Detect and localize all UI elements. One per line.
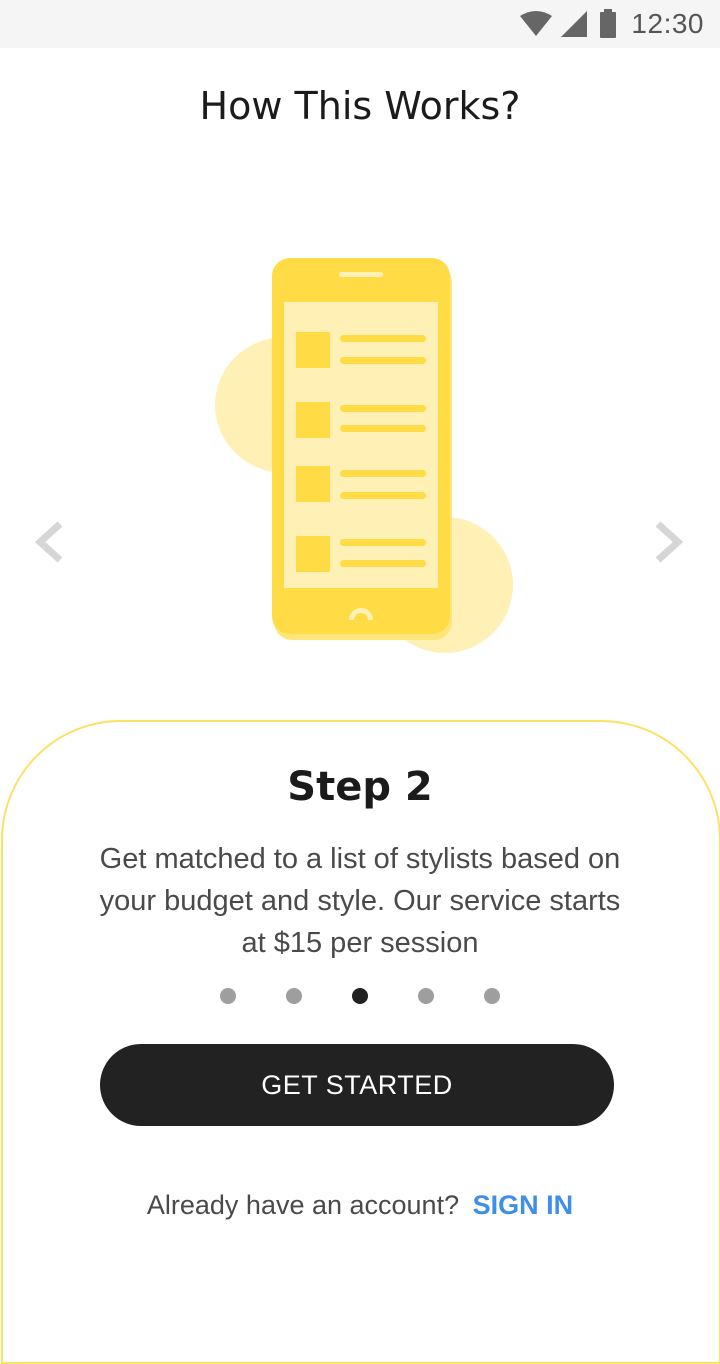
next-step-button[interactable] [648,518,688,566]
step-title: Step 2 [287,764,433,810]
chevron-left-icon [30,521,70,570]
sign-in-link[interactable]: SIGN IN [473,1190,574,1220]
page-dot-4[interactable] [418,988,434,1004]
status-time: 12:30 [631,8,704,39]
page-dot-5[interactable] [484,988,500,1004]
battery-icon [599,9,617,39]
get-started-button[interactable]: GET STARTED [100,1044,614,1126]
page-title: How This Works? [199,84,521,128]
step-card [1,720,720,1364]
page-dot-1[interactable] [220,988,236,1004]
cell-signal-icon [559,10,589,38]
step-description: Get matched to a list of stylists based … [99,843,621,959]
status-bar: 12:30 [0,0,720,48]
phone-list-illustration [210,250,520,660]
chevron-right-icon [648,521,688,570]
signin-prompt: Already have an account? [146,1190,460,1220]
previous-step-button[interactable] [30,518,70,566]
pagination-dots [0,988,720,1004]
page-dot-3-active[interactable] [352,988,368,1004]
signin-row: Already have an account? SIGN IN [0,1190,720,1221]
wifi-icon [519,11,553,37]
page-dot-2[interactable] [286,988,302,1004]
status-icons: 12:30 [519,8,704,40]
